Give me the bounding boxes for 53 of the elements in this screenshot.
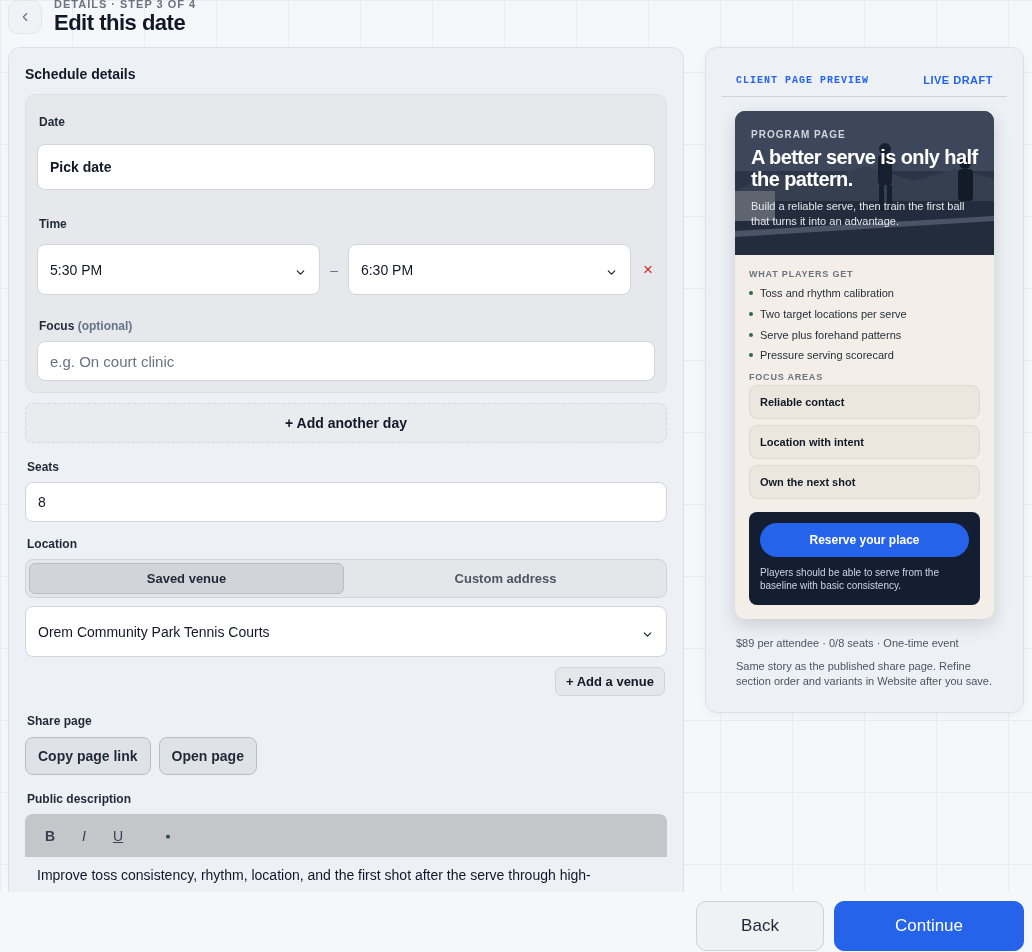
- segment-tab[interactable]: Custom address: [348, 563, 663, 594]
- back-button[interactable]: [8, 0, 42, 34]
- field-label: Date: [39, 115, 66, 129]
- back-button[interactable]: Back: [696, 901, 824, 951]
- benefit-text: Serve plus forehand patterns: [760, 328, 902, 341]
- preview-label: CLIENT PAGE PREVIEW: [736, 74, 870, 86]
- format-button[interactable]: B: [37, 822, 63, 849]
- remove-button[interactable]: ×: [641, 259, 655, 280]
- share-button[interactable]: Copy page link: [25, 737, 151, 775]
- preview-note: Same story as the published share page. Refine section order and variants in Website after you save.: [736, 658, 993, 690]
- reserve-button[interactable]: Reserve your place: [760, 522, 969, 557]
- field-label: Location: [27, 537, 78, 551]
- bullet-icon: [749, 332, 753, 337]
- bullet-icon: [749, 353, 753, 358]
- field-label: Public description: [27, 792, 132, 806]
- benefit-text: Toss and rhythm calibration: [760, 287, 894, 300]
- focus-area: Reliable contact: [749, 384, 980, 419]
- event-meta: $89 per attendee · 0/8 seats · One-time event: [736, 636, 960, 649]
- card-subhead: Build a reliable serve, then train the first ball that turns it into an advantage.: [751, 199, 966, 229]
- seats-field[interactable]: 8: [25, 482, 667, 522]
- step-label: DETAILS · STEP 3 OF 4: [54, 0, 197, 10]
- status-label: LIVE DRAFT: [923, 74, 993, 86]
- format-button[interactable]: ▪: [155, 822, 181, 849]
- card-eyebrow: PROGRAM PAGE: [751, 129, 847, 140]
- field-label: Time: [39, 217, 68, 231]
- focus-area: Location with intent: [749, 424, 980, 459]
- field-label: Seats: [27, 460, 61, 474]
- end-time-select[interactable]: 6:30 PM: [347, 244, 632, 295]
- add-day-button[interactable]: + Add another day: [25, 403, 667, 443]
- field-label: Share page: [27, 714, 93, 728]
- venue-select[interactable]: Orem Community Park Tennis Courts: [25, 606, 667, 657]
- cta-note: Players should be able to serve from the baseline with basic consistency.: [760, 565, 940, 593]
- section-title: Schedule details: [25, 66, 137, 82]
- benefit-text: Two target locations per serve: [760, 308, 907, 321]
- focus-input[interactable]: e.g. On court clinic: [37, 341, 655, 381]
- list-heading: FOCUS AREAS: [749, 371, 824, 382]
- field-label: Focus (optional): [39, 319, 134, 333]
- page-title: Edit this date: [54, 10, 187, 36]
- bullet-icon: [749, 291, 753, 296]
- continue-button[interactable]: Continue: [834, 901, 1024, 951]
- start-time-select[interactable]: 5:30 PM: [37, 244, 321, 295]
- segment-tab[interactable]: Saved venue: [29, 563, 344, 594]
- benefit-text: Pressure serving scorecard: [760, 349, 894, 362]
- date-field[interactable]: Pick date: [37, 144, 655, 190]
- list-heading: WHAT PLAYERS GET: [749, 269, 855, 279]
- card-headline: A better serve is only half the pattern.: [751, 146, 978, 190]
- focus-area: Own the next shot: [749, 464, 980, 499]
- add-venue-button[interactable]: + Add a venue: [554, 667, 665, 696]
- share-button[interactable]: Open page: [158, 737, 257, 775]
- range-separator: –: [330, 261, 338, 278]
- bullet-icon: [749, 312, 753, 317]
- format-button[interactable]: I: [71, 822, 97, 849]
- format-button[interactable]: U: [105, 822, 131, 849]
